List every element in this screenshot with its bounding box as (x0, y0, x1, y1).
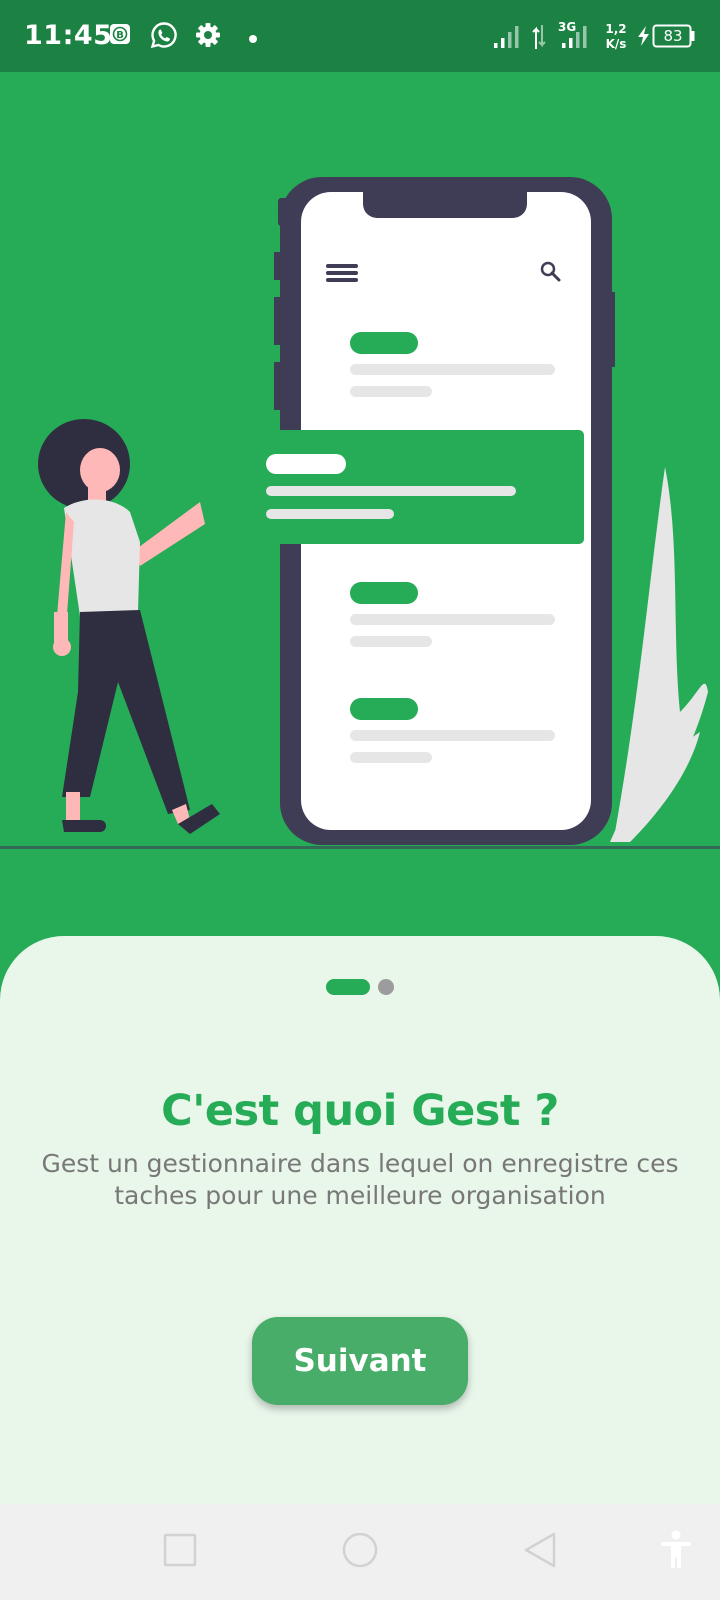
onboarding-sheet: C'est quoi Gest ? Gest un gestionnaire d… (0, 936, 720, 1504)
next-button[interactable]: Suivant (252, 1317, 468, 1405)
recent-apps-icon (163, 1533, 197, 1572)
settings-icon (195, 22, 221, 53)
onboarding-title: C'est quoi Gest ? (161, 1086, 559, 1136)
network-speed-value: 1,2 (605, 22, 627, 36)
status-time: 11:45 (24, 20, 113, 51)
person-illustration (38, 419, 220, 834)
recent-apps-button[interactable] (158, 1530, 202, 1574)
home-button[interactable] (338, 1530, 382, 1574)
highlighted-card-illustration (198, 430, 584, 544)
whatsapp-icon (150, 21, 178, 54)
charging-icon (637, 26, 651, 51)
notification-dot-icon (248, 31, 258, 49)
page-indicator-inactive[interactable] (378, 979, 394, 995)
onboarding-description: Gest un gestionnaire dans lequel on enre… (41, 1149, 679, 1210)
home-icon (341, 1531, 379, 1574)
network-speed-unit: K/s (605, 37, 627, 51)
accessibility-button[interactable] (654, 1530, 698, 1574)
onboarding-illustration (0, 72, 720, 942)
signal-icon (494, 26, 520, 53)
signal-3g-icon (562, 26, 588, 53)
navigation-bar (0, 1504, 720, 1600)
back-button[interactable] (518, 1530, 562, 1574)
plant-illustration (610, 467, 708, 842)
page-indicator-active (326, 979, 370, 995)
page-indicator (0, 978, 720, 996)
app-notification-icon: B (110, 24, 130, 49)
battery-level: 83 (663, 27, 683, 45)
data-transfer-icon (532, 25, 546, 54)
svg-text:B: B (116, 30, 124, 41)
status-bar: 11:45 B 3G 1,2 K/s 83 (0, 0, 720, 72)
accessibility-icon (659, 1530, 693, 1575)
back-icon (523, 1532, 557, 1573)
